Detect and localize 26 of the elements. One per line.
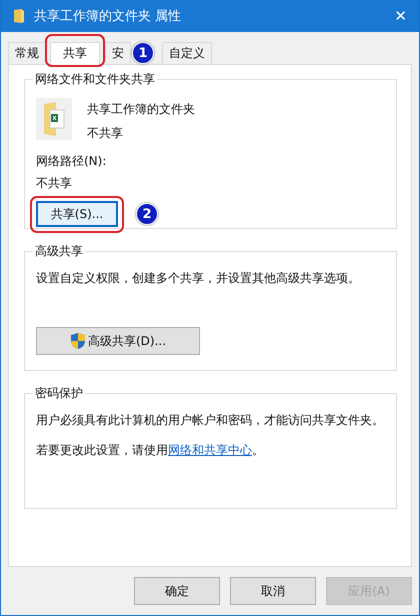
tab[interactable]: 安 (105, 42, 131, 64)
shield-icon (70, 332, 86, 350)
tab[interactable]: 自定义 (162, 42, 212, 64)
window-title: 共享工作簿的文件夹 属性 (34, 8, 182, 25)
group-title: 高级共享 (34, 243, 84, 260)
share-button[interactable]: 共享(S)... (36, 201, 118, 227)
step-badge: 2 (136, 203, 158, 225)
folder-icon (13, 8, 25, 24)
folder-icon (36, 98, 72, 140)
network-center-link[interactable]: 网络和共享中心 (168, 443, 252, 457)
group-title: 网络文件和文件夹共享 (34, 71, 156, 88)
path-label: 网络路径(N): (36, 153, 108, 170)
group-title: 密码保护 (34, 385, 84, 402)
path-value: 不共享 (36, 175, 73, 192)
advanced-sharing-button[interactable]: 高级共享(D)... (36, 327, 200, 355)
tab[interactable]: 常规 (8, 42, 46, 64)
dialog-button[interactable]: 取消 (230, 577, 316, 605)
share-status: 不共享 (87, 125, 124, 142)
step-badge: 1 (132, 42, 154, 64)
instruction-text: 若要更改此设置，请使用网络和共享中心。 (36, 442, 265, 459)
folder-name: 共享工作簿的文件夹 (87, 101, 195, 118)
description-text: 设置自定义权限，创建多个共享，并设置其他高级共享选项。 (36, 270, 361, 287)
close-button[interactable]: ✕ (394, 7, 407, 25)
dialog-button[interactable]: 确定 (134, 577, 220, 605)
description-text: 用户必须具有此计算机的用户帐户和密码，才能访问共享文件夹。 (36, 412, 385, 429)
tab[interactable]: 共享 (50, 42, 100, 65)
